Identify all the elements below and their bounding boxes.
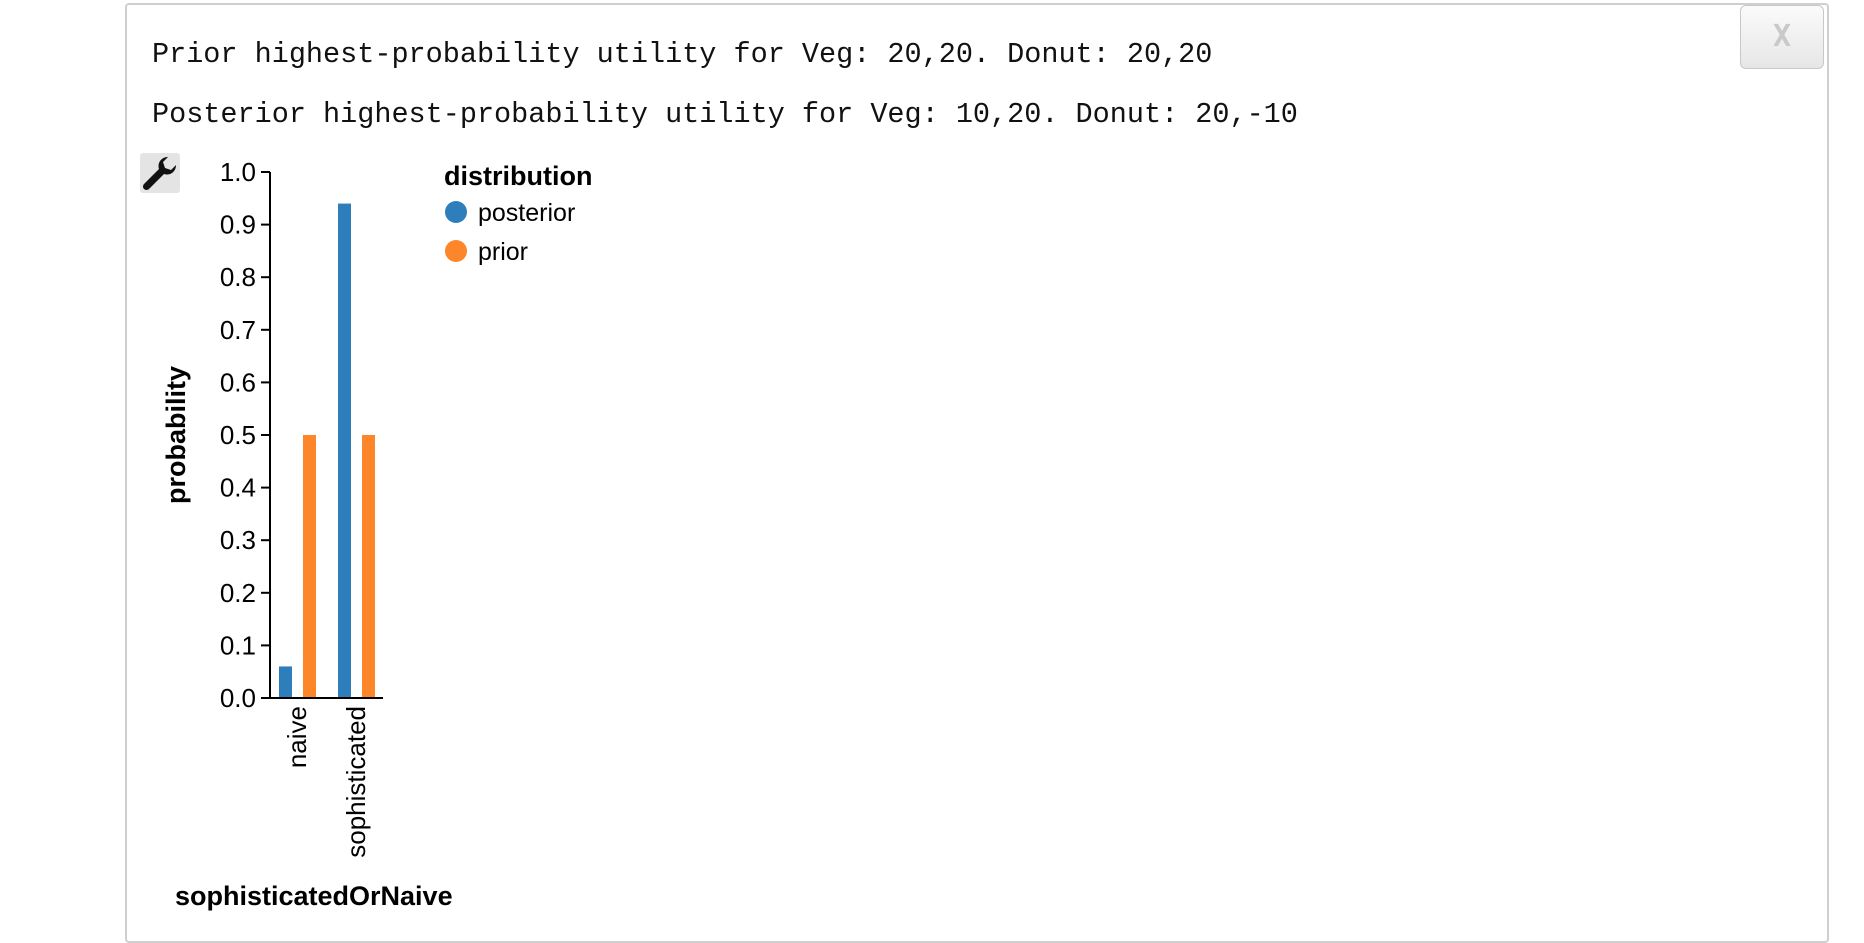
legend-label-prior: prior	[478, 238, 528, 266]
y-tick-label: 0.9	[220, 210, 256, 240]
y-tick-label: 0.8	[220, 262, 256, 292]
y-tick-label: 0.4	[220, 473, 256, 503]
bar-sophisticated-posterior	[338, 203, 351, 698]
y-tick-label: 0.7	[220, 315, 256, 345]
y-tick-label: 0.6	[220, 367, 256, 397]
x-axis-title: sophisticatedOrNaive	[175, 881, 453, 911]
bar-naive-prior	[303, 435, 316, 698]
x-tick-label-sophisticated: sophisticated	[341, 706, 371, 858]
bar-sophisticated-prior	[362, 435, 375, 698]
y-tick-label: 0.5	[220, 420, 256, 450]
legend-label-posterior: posterior	[478, 199, 575, 227]
legend-swatch-posterior	[445, 201, 467, 223]
y-tick-label: 0.0	[220, 683, 256, 713]
y-axis-title: probability	[161, 366, 191, 504]
x-tick-label-naive: naive	[282, 706, 312, 768]
legend-title: distribution	[444, 161, 592, 191]
y-tick-label: 0.1	[220, 630, 256, 660]
bar-chart: 0.00.10.20.30.40.50.60.70.80.91.0naive so…	[161, 157, 592, 911]
legend-swatch-prior	[445, 240, 467, 262]
y-tick-label: 0.3	[220, 525, 256, 555]
y-tick-label: 1.0	[220, 157, 256, 187]
bar-naive-posterior	[279, 666, 292, 698]
y-tick-label: 0.2	[220, 578, 256, 608]
